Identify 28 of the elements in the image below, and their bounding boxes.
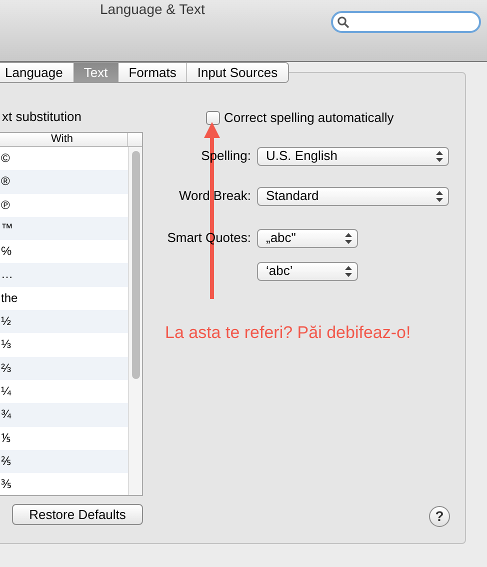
dropdown[interactable]: U.S. English <box>257 146 449 166</box>
checkbox[interactable] <box>206 110 220 125</box>
search-icon <box>337 16 350 28</box>
annotation-text: La asta te referi? Păi debifeaz-o! <box>165 322 411 344</box>
field-label: Word Break: <box>178 187 251 206</box>
restore-defaults-button[interactable]: Restore Defaults <box>12 504 143 525</box>
stepper-arrows-icon <box>345 266 352 276</box>
section-heading: xt substitution <box>2 108 82 126</box>
table-row[interactable]: ½ <box>0 310 128 334</box>
table-row[interactable]: … <box>0 263 128 287</box>
stepper-arrows-icon <box>436 150 443 162</box>
table-row[interactable]: ¾ <box>0 403 128 427</box>
stepper-arrows-icon <box>345 232 352 244</box>
checkbox-label[interactable]: Correct spelling automatically <box>224 108 394 128</box>
tab[interactable]: Language <box>0 63 73 82</box>
dropdown[interactable]: ‘abc’ <box>257 262 358 280</box>
table-row[interactable]: ™ <box>0 216 128 240</box>
table-row[interactable]: ⅔ <box>0 356 128 380</box>
dropdown[interactable]: „abc" <box>257 228 358 248</box>
tab[interactable]: Formats <box>118 63 186 82</box>
stepper-arrows-icon <box>436 190 443 202</box>
dropdown[interactable]: Standard <box>257 186 449 206</box>
search-field[interactable] <box>331 11 481 33</box>
scrollbar-thumb[interactable] <box>132 151 140 379</box>
window-title: Language & Text <box>100 0 205 18</box>
table-row[interactable]: ® <box>0 170 128 194</box>
tab[interactable]: Input Sources <box>186 63 288 82</box>
table-row[interactable]: ⅖ <box>0 450 128 474</box>
